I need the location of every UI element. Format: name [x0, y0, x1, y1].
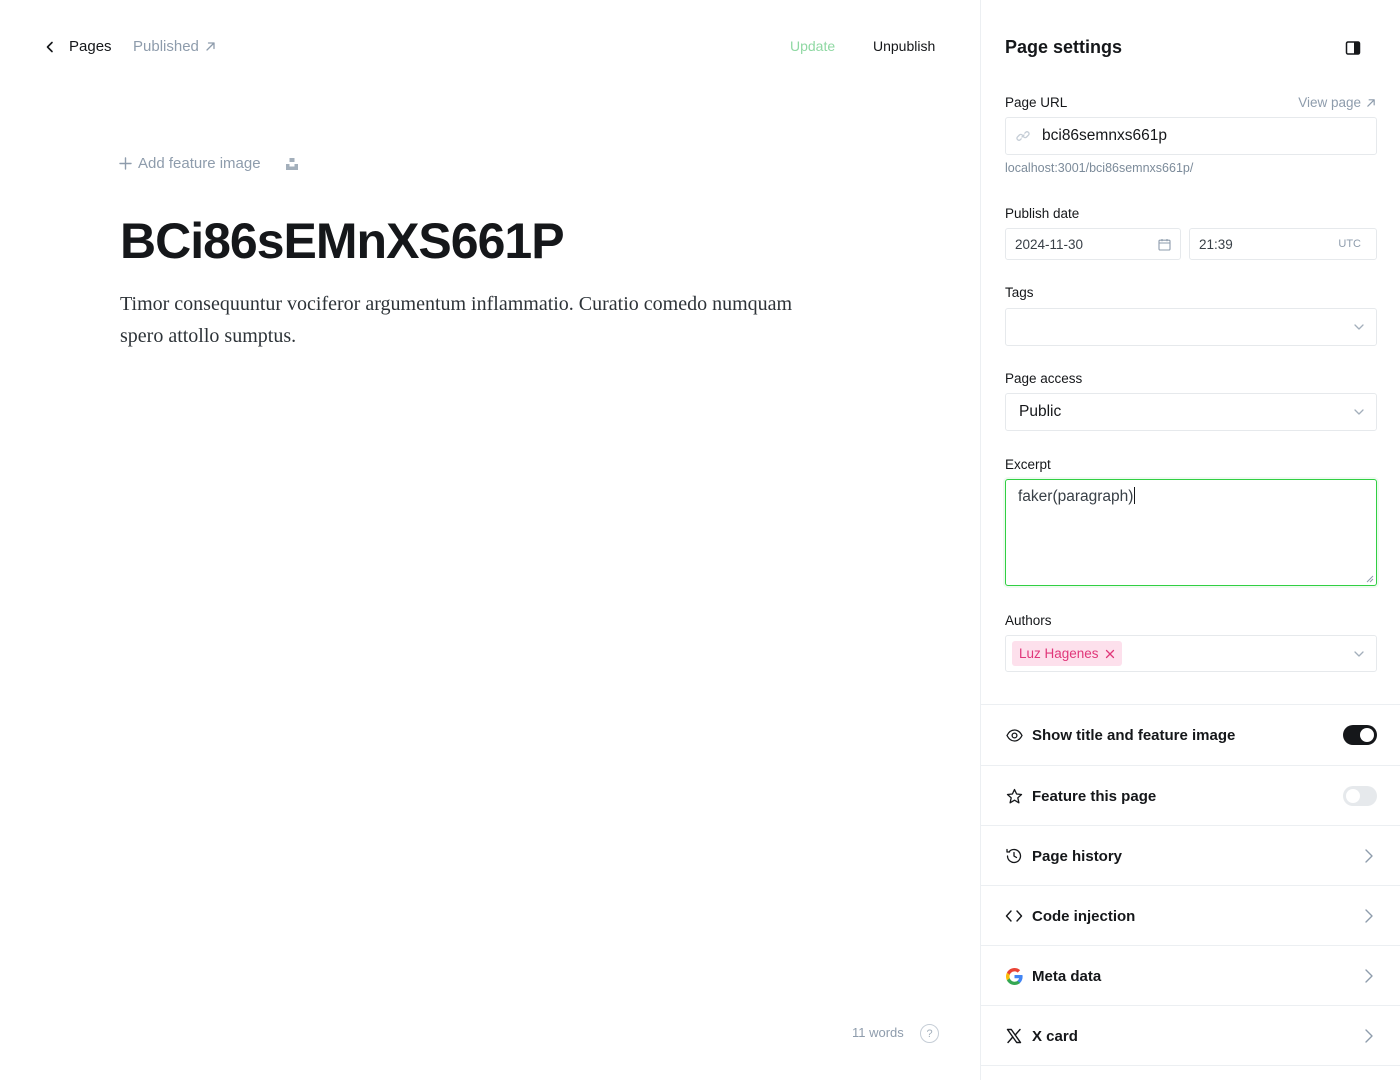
meta-data-row[interactable]: Meta data — [981, 945, 1400, 1006]
post-title[interactable]: BCi86sEMnXS661P — [120, 212, 565, 270]
published-status-link[interactable]: Published — [133, 38, 216, 55]
toggle-knob — [1360, 728, 1374, 742]
meta-data-label: Meta data — [1032, 967, 1102, 985]
add-feature-image-label: Add feature image — [138, 155, 261, 172]
x-card-label: X card — [1032, 1027, 1078, 1045]
feature-this-page-label: Feature this page — [1032, 787, 1157, 805]
excerpt-value: faker(paragraph) — [1018, 488, 1134, 505]
sidebar-toggle-icon[interactable] — [1345, 40, 1361, 56]
publish-date-label: Publish date — [1005, 206, 1080, 221]
page-url-input[interactable]: bci86semnxs661p — [1005, 117, 1377, 155]
plus-icon — [119, 157, 132, 170]
feature-image-row: Add feature image — [119, 155, 300, 172]
x-icon — [1005, 1027, 1023, 1045]
chevron-down-icon — [1354, 409, 1364, 415]
editor: Pages Published Update Unpublish Add fea… — [0, 0, 980, 1080]
feature-this-page-row[interactable]: Feature this page — [981, 765, 1400, 826]
publish-time-value: 21:39 — [1199, 236, 1233, 252]
view-page-link[interactable]: View page — [1298, 95, 1376, 110]
panel-bottom-divider — [981, 1065, 1400, 1080]
page-access-label: Page access — [1005, 371, 1083, 386]
history-icon — [1005, 847, 1023, 865]
x-card-row[interactable]: X card — [981, 1005, 1400, 1066]
panel-title: Page settings — [1005, 37, 1123, 57]
excerpt-textarea[interactable]: faker(paragraph) — [1005, 479, 1377, 586]
show-title-feature-image-row[interactable]: Show title and feature image — [981, 704, 1400, 765]
chevron-right-icon — [1365, 909, 1373, 923]
code-injection-label: Code injection — [1032, 907, 1136, 925]
chevron-down-icon — [1354, 324, 1364, 330]
chevron-down-icon — [1354, 650, 1364, 657]
text-caret — [1134, 487, 1136, 504]
feature-page-toggle[interactable] — [1343, 786, 1377, 806]
page-settings-panel: Page settings Page URL View page bci86se… — [980, 0, 1400, 1080]
chevron-right-icon — [1365, 1029, 1373, 1043]
page-access-select[interactable]: Public — [1005, 393, 1377, 431]
link-icon — [1016, 128, 1032, 144]
code-injection-row[interactable]: Code injection — [981, 885, 1400, 946]
page-url-hint: localhost:3001/bci86semnxs661p/ — [1005, 161, 1194, 175]
external-arrow-icon — [206, 42, 215, 51]
tags-select[interactable] — [1005, 308, 1377, 346]
tags-label: Tags — [1005, 285, 1034, 300]
author-name: Luz Hagenes — [1019, 646, 1099, 661]
editor-topbar: Pages Published Update Unpublish — [0, 0, 980, 94]
authors-select[interactable]: Luz Hagenes — [1005, 635, 1377, 672]
publish-date-input[interactable]: 2024-11-30 — [1005, 228, 1181, 260]
publish-date-value: 2024-11-30 — [1015, 236, 1084, 252]
show-title-feature-image-label: Show title and feature image — [1032, 726, 1236, 744]
page-url-value: bci86semnxs661p — [1042, 127, 1167, 144]
author-chip[interactable]: Luz Hagenes — [1012, 641, 1122, 666]
calendar-icon — [1158, 238, 1171, 251]
help-icon[interactable]: ? — [920, 1024, 939, 1043]
update-button[interactable]: Update — [790, 38, 835, 54]
remove-author-icon[interactable] — [1105, 649, 1115, 659]
chevron-right-icon — [1365, 969, 1373, 983]
authors-label: Authors — [1005, 613, 1052, 628]
breadcrumb-pages-link[interactable]: Pages — [69, 38, 112, 55]
back-chevron-icon[interactable] — [40, 34, 60, 60]
page-history-row[interactable]: Page history — [981, 825, 1400, 886]
resize-grip-icon[interactable] — [1365, 574, 1374, 583]
external-arrow-icon — [1367, 98, 1375, 107]
page-history-label: Page history — [1032, 847, 1123, 865]
view-page-label: View page — [1298, 95, 1361, 110]
code-icon — [1005, 907, 1023, 925]
eye-icon — [1005, 726, 1023, 744]
published-status-label: Published — [133, 38, 199, 55]
timezone-label: UTC — [1338, 238, 1361, 250]
google-icon — [1005, 967, 1023, 985]
unsplash-icon[interactable] — [284, 156, 300, 172]
post-body[interactable]: Timor consequuntur vociferor argumentum … — [120, 288, 820, 352]
publish-time-input[interactable]: 21:39 UTC — [1189, 228, 1377, 260]
add-feature-image-button[interactable]: Add feature image — [119, 155, 261, 172]
word-count: 11 words — [852, 1025, 904, 1040]
excerpt-label: Excerpt — [1005, 457, 1051, 472]
toggle-knob — [1346, 789, 1360, 803]
chevron-right-icon — [1365, 849, 1373, 863]
page-access-value: Public — [1019, 403, 1062, 420]
show-title-toggle[interactable] — [1343, 725, 1377, 745]
star-icon — [1005, 787, 1023, 805]
page-url-label: Page URL — [1005, 95, 1068, 110]
unpublish-button[interactable]: Unpublish — [873, 38, 935, 54]
